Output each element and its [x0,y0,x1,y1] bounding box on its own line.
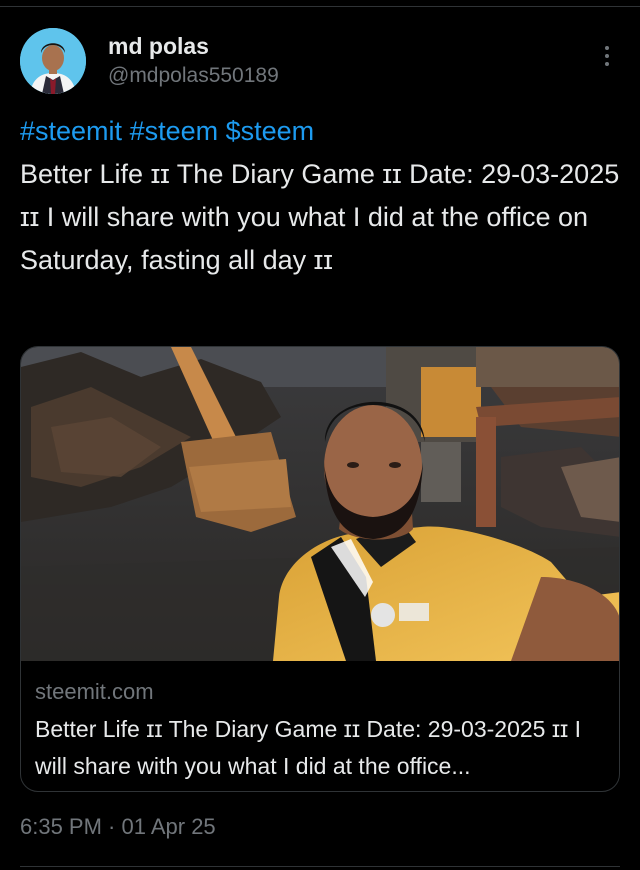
user-handle[interactable]: @mdpolas550189 [108,62,279,90]
avatar-image [20,28,86,94]
link-domain: steemit.com [35,679,154,704]
post-header: md polas @mdpolas550189 [20,28,620,98]
hashtag-link[interactable]: #steem [130,116,219,146]
link-title: Better Life ɪɪ The Diary Game ɪɪ Date: 2… [35,716,582,779]
post-text: #steemit #steem $steem Better Life ɪɪ Th… [20,110,620,282]
post-timestamp[interactable]: 6:35 PM · 01 Apr 25 [20,814,216,840]
link-preview-image [21,347,619,661]
user-info[interactable]: md polas @mdpolas550189 [108,32,279,90]
display-name[interactable]: md polas [108,32,279,60]
hashtag-line: #steemit #steem $steem [20,110,620,153]
cashtag-link[interactable]: $steem [226,116,315,146]
more-vertical-icon[interactable] [598,42,616,70]
top-divider [0,6,640,7]
link-preview-card[interactable]: steemit.com Better Life ɪɪ The Diary Gam… [20,346,620,792]
bottom-divider [20,866,620,867]
hashtag-link[interactable]: #steemit [20,116,122,146]
avatar[interactable] [20,28,86,94]
post-body: Better Life ɪɪ The Diary Game ɪɪ Date: 2… [20,159,620,275]
